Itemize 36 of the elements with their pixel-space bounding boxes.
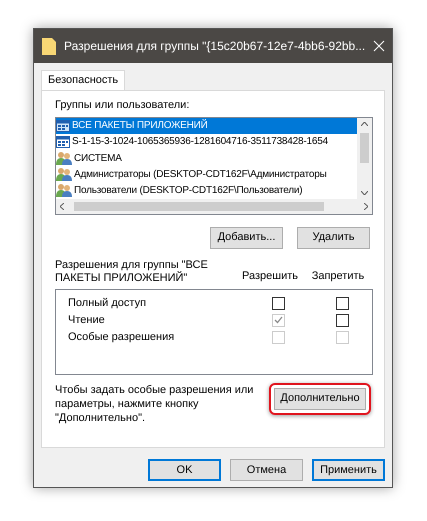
checkbox[interactable] — [272, 296, 284, 310]
checkbox[interactable] — [336, 296, 348, 310]
dialog-button[interactable]: OK — [148, 459, 221, 481]
users-icon — [56, 151, 72, 165]
list-item[interactable]: Пользователи (DESKTOP-CDT162F\Пользователи) — [56, 182, 357, 198]
dialog-button[interactable]: Применить — [312, 459, 385, 481]
column-header: Запретить — [310, 269, 366, 284]
permissions-label: Разрешения для группы "ВСЕ ПАКЕТЫ ПРИЛОЖЕНИЙ" — [55, 258, 209, 284]
tab[interactable]: Безопасность — [41, 70, 126, 90]
package-icon — [56, 120, 70, 132]
close-icon[interactable] — [373, 40, 386, 52]
advanced-hint: Чтобы задать особые разрешения или параметры, нажмите кнопку "Дополнительно". — [55, 382, 254, 424]
list-action-button[interactable]: Добавить... — [210, 226, 283, 248]
list-item[interactable]: Администраторы (DESKTOP-CDT162F\Администраторы — [56, 166, 357, 182]
scroll-thumb[interactable] — [74, 202, 324, 210]
horizontal-scrollbar[interactable] — [56, 198, 372, 214]
users-icon — [56, 183, 72, 198]
folder-icon — [42, 37, 56, 55]
list-item[interactable]: ВСЕ ПАКЕТЫ ПРИЛОЖЕНИЙ — [56, 118, 357, 134]
scroll-thumb[interactable] — [360, 133, 369, 163]
list-item[interactable]: СИСТЕМА — [56, 150, 357, 166]
vertical-scrollbar[interactable] — [357, 118, 372, 198]
users-icon — [56, 167, 72, 182]
permission-name: Особые разрешения — [68, 330, 176, 345]
permission-name: Чтение — [68, 312, 106, 328]
list-item[interactable]: S-1-15-3-1024-1065365936-1281604716-3511738428-1654 — [56, 134, 357, 150]
groups-label: Группы или пользователи: — [55, 98, 190, 113]
checkbox[interactable] — [336, 314, 348, 326]
window-title: Разрешения для группы "{15c20b67-12e7-4bb6-92bb... — [64, 38, 366, 55]
dialog-button[interactable]: Отмена — [230, 459, 303, 481]
checkmark-icon — [274, 316, 282, 324]
list-action-button[interactable]: Удалить — [297, 226, 370, 248]
advanced-button[interactable]: Дополнительно — [274, 388, 366, 410]
column-header: Разрешить — [241, 269, 299, 284]
permission-name: Полный доступ — [68, 296, 148, 311]
package-icon — [56, 136, 70, 148]
